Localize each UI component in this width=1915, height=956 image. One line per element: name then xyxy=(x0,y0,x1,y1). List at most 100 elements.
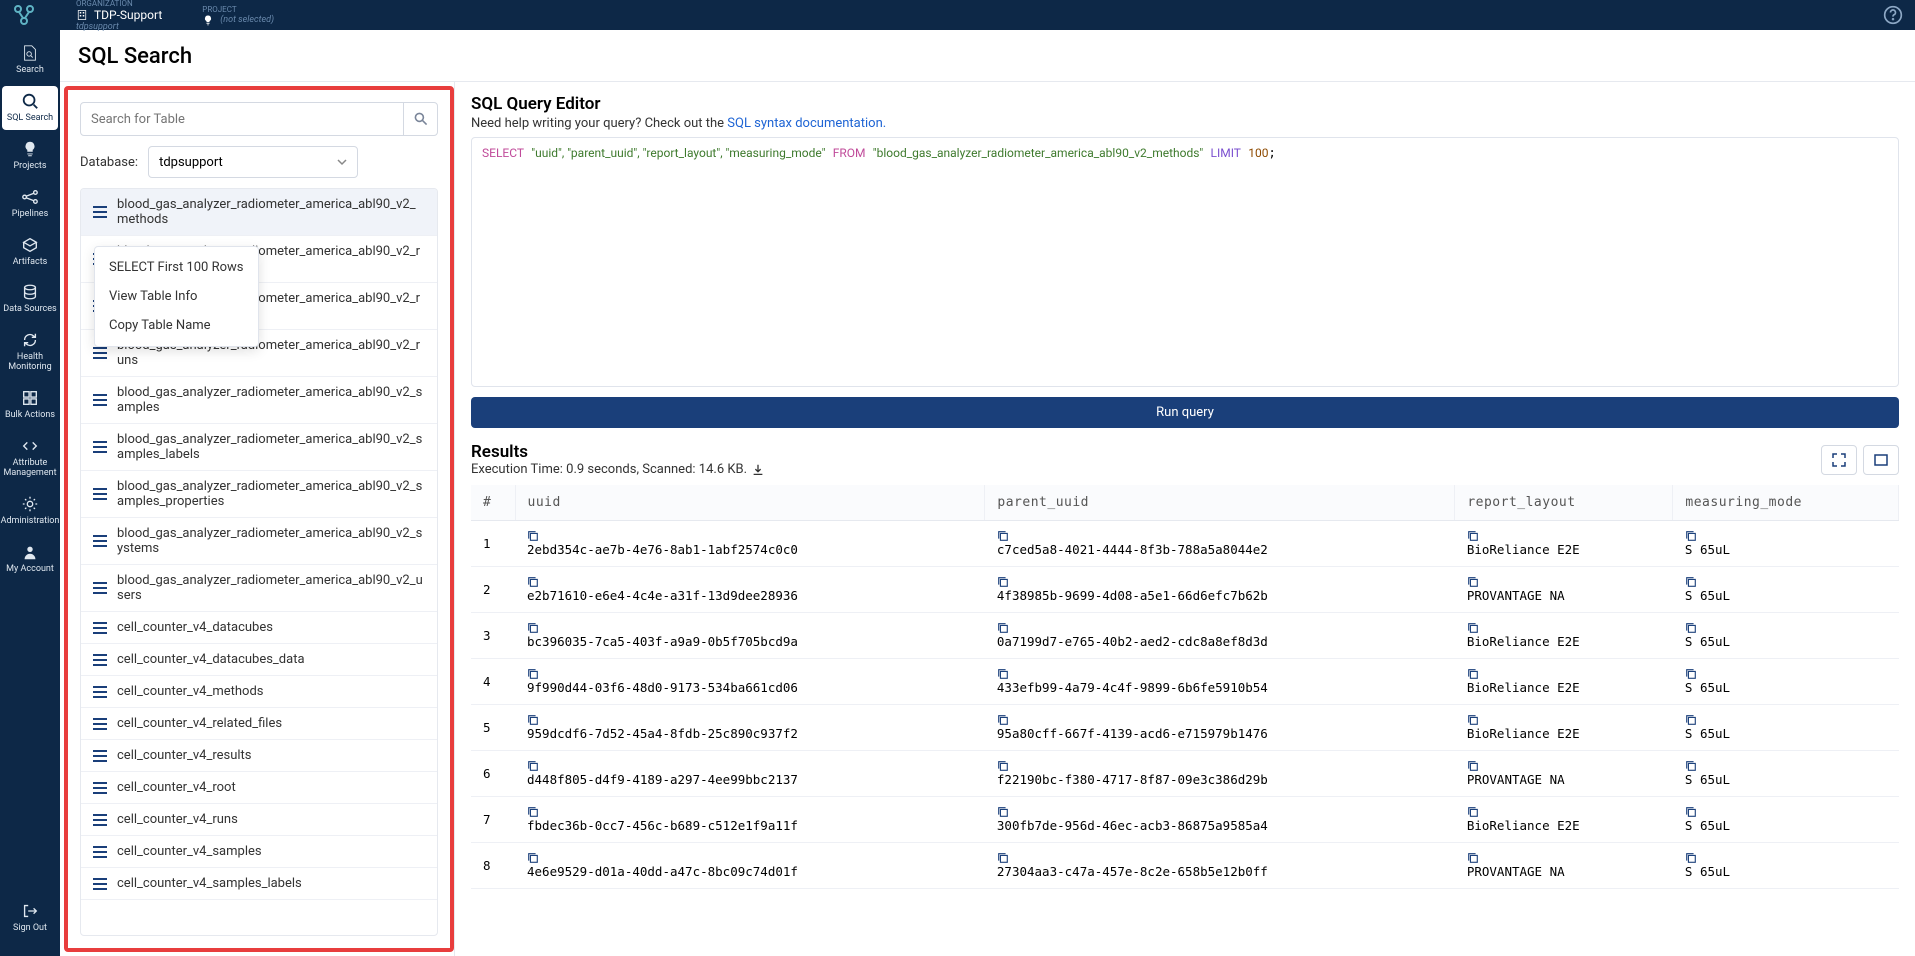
help-icon[interactable] xyxy=(1883,5,1903,25)
editor-title: SQL Query Editor xyxy=(471,94,1899,114)
fullscreen-button[interactable] xyxy=(1863,445,1899,475)
sql-editor[interactable]: SELECT "uuid", "parent_uuid", "report_la… xyxy=(471,137,1899,387)
copy-icon[interactable] xyxy=(997,760,1009,772)
logo-icon xyxy=(12,3,36,27)
copy-icon[interactable] xyxy=(1685,760,1697,772)
copy-icon[interactable] xyxy=(997,576,1009,588)
page-title: SQL Search xyxy=(60,30,1915,82)
download-icon[interactable] xyxy=(751,463,765,477)
table-row[interactable]: cell_counter_v4_results xyxy=(81,740,437,772)
copy-icon[interactable] xyxy=(1467,530,1479,542)
expand-icon xyxy=(1831,452,1847,468)
sidebar-item-attribute[interactable]: Attribute Management xyxy=(2,431,58,485)
copy-icon[interactable] xyxy=(997,622,1009,634)
table-row[interactable]: blood_gas_analyzer_radiometer_america_ab… xyxy=(81,471,437,518)
table-row[interactable]: blood_gas_analyzer_radiometer_america_ab… xyxy=(81,518,437,565)
table-row[interactable]: blood_gas_analyzer_radiometer_america_ab… xyxy=(81,189,437,236)
table-row[interactable]: cell_counter_v4_methods xyxy=(81,676,437,708)
copy-icon[interactable] xyxy=(1467,806,1479,818)
bulk-icon xyxy=(21,389,39,407)
sidebar-item-data-sources[interactable]: Data Sources xyxy=(2,277,58,321)
list-icon xyxy=(93,205,107,219)
context-menu-item[interactable]: View Table Info xyxy=(95,282,258,311)
copy-icon[interactable] xyxy=(1685,668,1697,680)
sidebar-item-account[interactable]: My Account xyxy=(2,537,58,581)
sidebar-item-artifacts[interactable]: Artifacts xyxy=(2,230,58,274)
table-name: blood_gas_analyzer_radiometer_america_ab… xyxy=(117,479,425,509)
table-name: cell_counter_v4_samples xyxy=(117,844,262,859)
table-row[interactable]: cell_counter_v4_datacubes_data xyxy=(81,644,437,676)
list-icon xyxy=(93,717,107,731)
copy-icon[interactable] xyxy=(527,852,539,864)
lightbulb-icon xyxy=(21,140,39,158)
copy-icon[interactable] xyxy=(527,668,539,680)
copy-icon[interactable] xyxy=(1467,852,1479,864)
database-select[interactable]: tdpsupport xyxy=(148,146,358,178)
copy-icon[interactable] xyxy=(527,714,539,726)
copy-icon[interactable] xyxy=(1467,714,1479,726)
copy-icon[interactable] xyxy=(1467,576,1479,588)
table-row[interactable]: cell_counter_v4_samples xyxy=(81,836,437,868)
artifacts-icon xyxy=(21,236,39,254)
table-row[interactable]: cell_counter_v4_related_files xyxy=(81,708,437,740)
table-context-menu: SELECT First 100 RowsView Table InfoCopy… xyxy=(94,246,259,347)
table-row[interactable]: cell_counter_v4_datacubes xyxy=(81,612,437,644)
copy-icon[interactable] xyxy=(1685,622,1697,634)
copy-icon[interactable] xyxy=(997,668,1009,680)
copy-icon[interactable] xyxy=(1685,852,1697,864)
table-name: blood_gas_analyzer_radiometer_america_ab… xyxy=(117,197,425,227)
copy-icon[interactable] xyxy=(1467,668,1479,680)
copy-icon[interactable] xyxy=(1467,622,1479,634)
copy-icon[interactable] xyxy=(997,714,1009,726)
table-row[interactable]: cell_counter_v4_samples_labels xyxy=(81,868,437,900)
table-name: blood_gas_analyzer_radiometer_america_ab… xyxy=(117,385,425,415)
copy-icon[interactable] xyxy=(527,622,539,634)
copy-icon[interactable] xyxy=(997,852,1009,864)
copy-icon[interactable] xyxy=(527,806,539,818)
sidebar-item-pipelines[interactable]: Pipelines xyxy=(2,182,58,226)
help-link[interactable]: SQL syntax documentation. xyxy=(727,116,886,131)
copy-icon[interactable] xyxy=(1467,760,1479,772)
search-button[interactable] xyxy=(403,103,437,135)
table-name: blood_gas_analyzer_radiometer_america_ab… xyxy=(117,573,425,603)
context-menu-item[interactable]: SELECT First 100 Rows xyxy=(95,253,258,282)
list-icon xyxy=(93,621,107,635)
table-row[interactable]: cell_counter_v4_root xyxy=(81,772,437,804)
table-row[interactable]: blood_gas_analyzer_radiometer_america_ab… xyxy=(81,565,437,612)
table-row[interactable]: blood_gas_analyzer_radiometer_america_ab… xyxy=(81,377,437,424)
copy-icon[interactable] xyxy=(527,760,539,772)
copy-icon[interactable] xyxy=(1685,530,1697,542)
sidebar-item-health[interactable]: Health Monitoring xyxy=(2,325,58,379)
organization-icon xyxy=(76,9,88,21)
editor-panel: SQL Query Editor Need help writing your … xyxy=(454,82,1915,956)
sidebar-item-signout[interactable]: Sign Out xyxy=(2,896,58,940)
project-selector[interactable]: PROJECT (not selected) xyxy=(202,5,274,26)
expand-button[interactable] xyxy=(1821,445,1857,475)
table-name: cell_counter_v4_datacubes_data xyxy=(117,652,305,667)
copy-icon[interactable] xyxy=(527,576,539,588)
results-title: Results xyxy=(471,442,765,462)
signout-icon xyxy=(21,902,39,920)
copy-icon[interactable] xyxy=(1685,714,1697,726)
table-row[interactable]: blood_gas_analyzer_radiometer_america_ab… xyxy=(81,424,437,471)
list-icon xyxy=(93,581,107,595)
copy-icon[interactable] xyxy=(1685,576,1697,588)
org-selector[interactable]: ORGANIZATION TDP-Support tdpsupport xyxy=(76,0,162,32)
context-menu-item[interactable]: Copy Table Name xyxy=(95,311,258,340)
run-query-button[interactable]: Run query xyxy=(471,397,1899,428)
sidebar-item-admin[interactable]: Administration xyxy=(2,489,58,533)
sidebar-item-sql-search[interactable]: SQL Search xyxy=(2,86,58,130)
table-name: cell_counter_v4_datacubes xyxy=(117,620,273,635)
table-row: 7fbdec36b-0cc7-456c-b689-c512e1f9a11f300… xyxy=(471,797,1899,843)
table-row[interactable]: cell_counter_v4_runs xyxy=(81,804,437,836)
copy-icon[interactable] xyxy=(527,530,539,542)
copy-icon[interactable] xyxy=(1685,806,1697,818)
copy-icon[interactable] xyxy=(997,806,1009,818)
table-name: cell_counter_v4_root xyxy=(117,780,236,795)
sidebar-item-projects[interactable]: Projects xyxy=(2,134,58,178)
sidebar-item-bulk[interactable]: Bulk Actions xyxy=(2,383,58,427)
sidebar-item-search[interactable]: Search xyxy=(2,38,58,82)
column-header: report_layout xyxy=(1455,485,1673,521)
table-search-input[interactable] xyxy=(81,103,403,135)
copy-icon[interactable] xyxy=(997,530,1009,542)
